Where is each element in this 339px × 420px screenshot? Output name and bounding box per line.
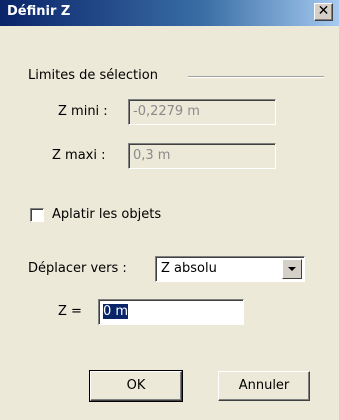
flatten-label[interactable]: Aplatir les objets [52, 207, 161, 222]
move-to-select[interactable]: Z absolu [155, 256, 305, 282]
close-icon: ✕ [317, 3, 330, 19]
z-value-text: 0 m [103, 304, 129, 319]
z-max-value: 0,3 m [133, 148, 171, 163]
chevron-down-icon[interactable] [282, 259, 302, 279]
z-max-label: Z maxi : [52, 148, 106, 163]
move-to-label: Déplacer vers : [28, 261, 127, 276]
title-bar: Définir Z ✕ [0, 0, 339, 26]
window-title: Définir Z [7, 4, 71, 19]
z-value-label: Z = [58, 304, 82, 319]
group-divider [188, 76, 324, 78]
z-min-value: -0,2279 m [133, 104, 200, 119]
z-value-input[interactable]: 0 m [98, 299, 244, 325]
flatten-checkbox[interactable] [30, 208, 44, 222]
ok-button[interactable]: OK [89, 370, 183, 402]
z-min-field: -0,2279 m [128, 99, 276, 125]
cancel-button[interactable]: Annuler [218, 371, 310, 401]
z-min-label: Z mini : [58, 104, 108, 119]
group-label-selection-limits: Limites de sélection [28, 68, 158, 83]
z-max-field: 0,3 m [128, 143, 276, 169]
move-to-selected-value: Z absolu [161, 261, 217, 276]
close-button[interactable]: ✕ [314, 3, 333, 21]
